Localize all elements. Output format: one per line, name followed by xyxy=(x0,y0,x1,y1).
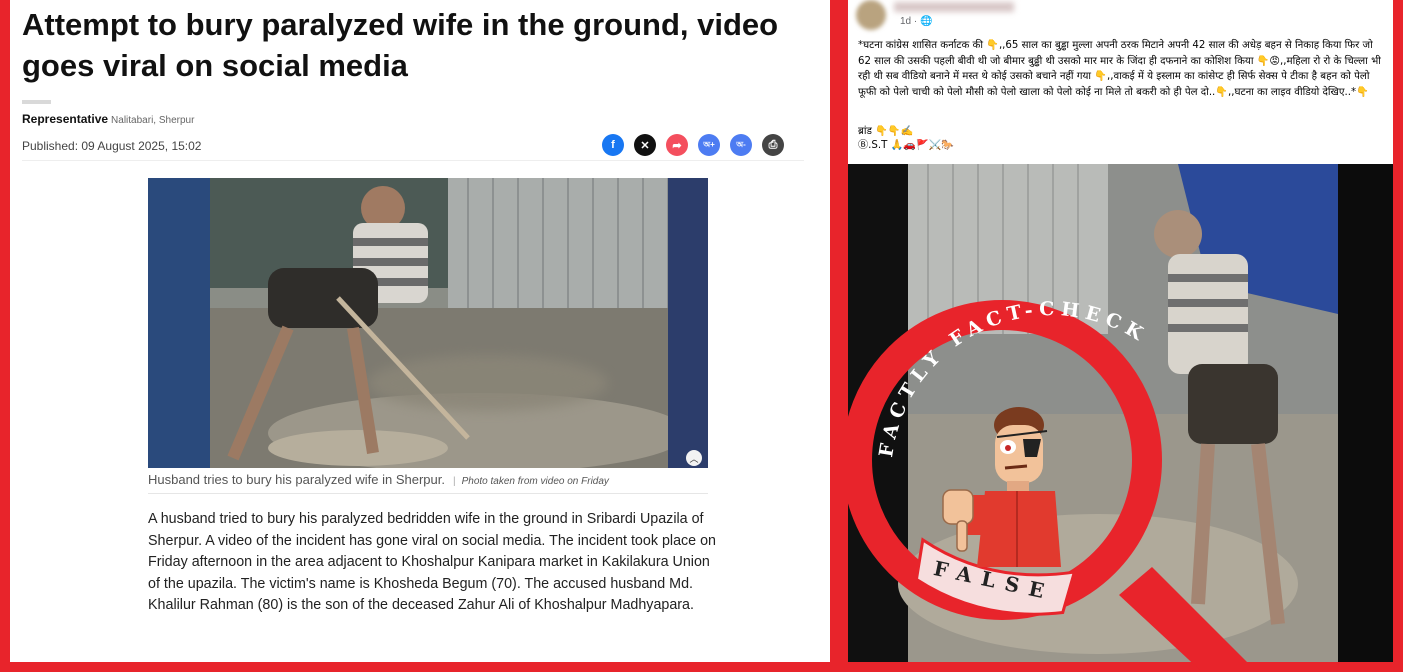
avatar[interactable] xyxy=(856,0,886,30)
caption-rule xyxy=(148,493,708,494)
fact-check-stamp: FACTLY FACT-CHECK FALSE xyxy=(847,298,1257,672)
font-increase-icon[interactable]: অ+ xyxy=(698,134,720,156)
post-tags: ब्रांड 👇👇✍️ Ⓑ.S.T 🙏🚗🚩⚔️🐎 xyxy=(858,125,954,153)
facebook-glyph: f xyxy=(611,139,615,151)
article-byline: Representative Nalitabari, Sherpur xyxy=(22,112,194,126)
photo-credit: Photo taken from video on Friday xyxy=(461,476,609,487)
published-date: Published: 09 August 2025, 15:02 xyxy=(22,139,202,153)
post-tag-line-2: Ⓑ.S.T 🙏🚗🚩⚔️🐎 xyxy=(858,140,955,151)
font-increase-glyph: অ+ xyxy=(703,139,715,149)
post-text: *घटना कांग्रेस शासित कर्नाटक की 👇,,65 सा… xyxy=(858,40,1381,98)
print-glyph: ⎙ xyxy=(768,138,778,151)
headline-divider xyxy=(22,100,51,104)
share-icon[interactable]: ➦ xyxy=(666,134,688,156)
font-decrease-glyph: অ- xyxy=(736,139,746,149)
post-header: 1d · 🌐 xyxy=(854,0,1154,30)
news-article-panel: Attempt to bury paralyzed wife in the gr… xyxy=(10,0,830,662)
facebook-icon[interactable]: f xyxy=(602,134,624,156)
share-toolbar: f ✕ ➦ অ+ অ- ⎙ xyxy=(602,134,784,156)
author-location: Nalitabari, Sherpur xyxy=(111,115,195,126)
magnifier-handle xyxy=(1119,567,1257,672)
mascot-icon xyxy=(942,407,1061,567)
article-headline: Attempt to bury paralyzed wife in the gr… xyxy=(22,7,779,83)
article-body: A husband tried to bury his paralyzed be… xyxy=(148,511,717,614)
chevron-up-icon[interactable]: ︿ xyxy=(686,450,702,466)
author-name[interactable]: Representative xyxy=(22,112,108,126)
header-rule xyxy=(22,160,804,161)
print-icon[interactable]: ⎙ xyxy=(762,134,784,156)
x-glyph: ✕ xyxy=(640,139,650,152)
article-photo[interactable]: ︿ xyxy=(148,178,708,468)
x-icon[interactable]: ✕ xyxy=(634,134,656,156)
caption-text: Husband tries to bury his paralyzed wife… xyxy=(148,472,445,487)
post-timestamp[interactable]: 1d · 🌐 xyxy=(900,16,932,27)
post-tag-line-1: ब्रांड 👇👇✍️ xyxy=(858,126,914,137)
caption-separator: | xyxy=(453,476,456,487)
screenshot-frame: Attempt to bury paralyzed wife in the gr… xyxy=(0,0,1403,672)
blurred-username[interactable] xyxy=(894,2,1014,12)
photo-illustration xyxy=(148,178,708,468)
photo-caption: Husband tries to bury his paralyzed wife… xyxy=(148,472,708,487)
share-glyph: ➦ xyxy=(672,139,682,152)
font-decrease-icon[interactable]: অ- xyxy=(730,134,752,156)
